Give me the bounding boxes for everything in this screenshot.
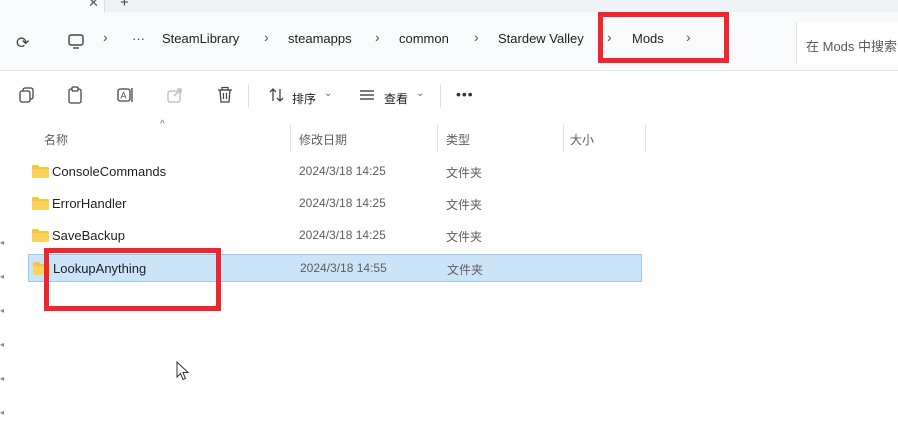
file-type: 文件夹 xyxy=(447,263,484,277)
edge-marker: ◂ xyxy=(0,306,5,315)
rename-icon[interactable]: A xyxy=(116,86,136,106)
folder-icon xyxy=(32,197,49,210)
toolbar-divider xyxy=(248,84,249,108)
more-options-button[interactable]: ••• xyxy=(456,86,474,102)
tab-strip xyxy=(0,0,898,12)
sort-button[interactable]: 排序 xyxy=(292,90,316,107)
file-date: 2024/3/18 14:25 xyxy=(299,228,386,242)
folder-icon xyxy=(32,165,49,178)
svg-text:A: A xyxy=(121,91,127,101)
highlight-box-mods-breadcrumb xyxy=(598,12,729,63)
column-header-name[interactable]: 名称 xyxy=(44,131,68,148)
new-tab-button[interactable]: + xyxy=(120,0,129,11)
breadcrumb-separator[interactable]: › xyxy=(264,29,269,45)
breadcrumb-separator: › xyxy=(103,29,108,45)
column-header-size[interactable]: 大小 xyxy=(570,131,594,148)
table-row[interactable]: ConsoleCommands 2024/3/18 14:25 文件夹 xyxy=(28,158,642,186)
file-date: 2024/3/18 14:55 xyxy=(300,261,387,275)
mouse-cursor-icon xyxy=(176,360,190,384)
file-name[interactable]: ConsoleCommands xyxy=(52,164,166,179)
column-divider[interactable] xyxy=(563,124,564,152)
view-button[interactable]: 查看 xyxy=(384,90,408,107)
folder-icon xyxy=(32,229,49,242)
file-type: 文件夹 xyxy=(446,166,483,180)
column-divider[interactable] xyxy=(645,124,646,152)
breadcrumb-stardew-valley[interactable]: Stardew Valley xyxy=(498,31,584,46)
refresh-icon[interactable]: ⟳ xyxy=(16,33,29,53)
column-divider[interactable] xyxy=(290,124,291,152)
column-header-modified[interactable]: 修改日期 xyxy=(299,131,347,148)
file-date: 2024/3/18 14:25 xyxy=(299,164,386,178)
view-chevron-icon: ⌄ xyxy=(416,88,425,99)
toolbar-divider xyxy=(440,84,441,108)
breadcrumb-separator[interactable]: › xyxy=(474,29,479,45)
column-divider[interactable] xyxy=(437,124,438,152)
sort-chevron-icon: ⌄ xyxy=(324,88,333,99)
edge-marker: ◂ xyxy=(0,408,5,417)
edge-marker: ◂ xyxy=(0,272,5,281)
file-date: 2024/3/18 14:25 xyxy=(299,196,386,210)
breadcrumb-more-button[interactable]: ··· xyxy=(132,31,145,46)
delete-icon[interactable] xyxy=(216,86,236,106)
file-type: 文件夹 xyxy=(446,198,483,212)
sort-ascending-icon: ^ xyxy=(160,119,165,130)
table-row[interactable]: SaveBackup 2024/3/18 14:25 文件夹 xyxy=(28,222,642,250)
file-type: 文件夹 xyxy=(446,230,483,244)
share-icon[interactable] xyxy=(166,86,186,106)
file-name[interactable]: ErrorHandler xyxy=(52,196,126,211)
copy-icon[interactable] xyxy=(18,86,38,106)
tab-close-icon[interactable]: ✕ xyxy=(88,0,99,11)
file-name[interactable]: SaveBackup xyxy=(52,228,125,243)
breadcrumb-separator[interactable]: › xyxy=(375,29,380,45)
edge-marker: ◂ xyxy=(0,340,5,349)
breadcrumb-steamapps[interactable]: steamapps xyxy=(288,31,352,46)
view-icon[interactable] xyxy=(358,86,378,106)
paste-icon[interactable] xyxy=(66,86,86,106)
edge-marker: ◂ xyxy=(0,374,5,383)
table-row[interactable]: ErrorHandler 2024/3/18 14:25 文件夹 xyxy=(28,190,642,218)
breadcrumb-common[interactable]: common xyxy=(399,31,449,46)
search-input[interactable]: 在 Mods 中搜索 xyxy=(806,36,897,55)
computer-icon[interactable] xyxy=(68,34,84,52)
edge-marker: ◂ xyxy=(0,238,5,247)
column-header-type[interactable]: 类型 xyxy=(446,131,470,148)
sort-icon[interactable] xyxy=(268,86,288,106)
highlight-box-lookupanything xyxy=(44,248,221,311)
breadcrumb-steamlibrary[interactable]: SteamLibrary xyxy=(162,31,239,46)
